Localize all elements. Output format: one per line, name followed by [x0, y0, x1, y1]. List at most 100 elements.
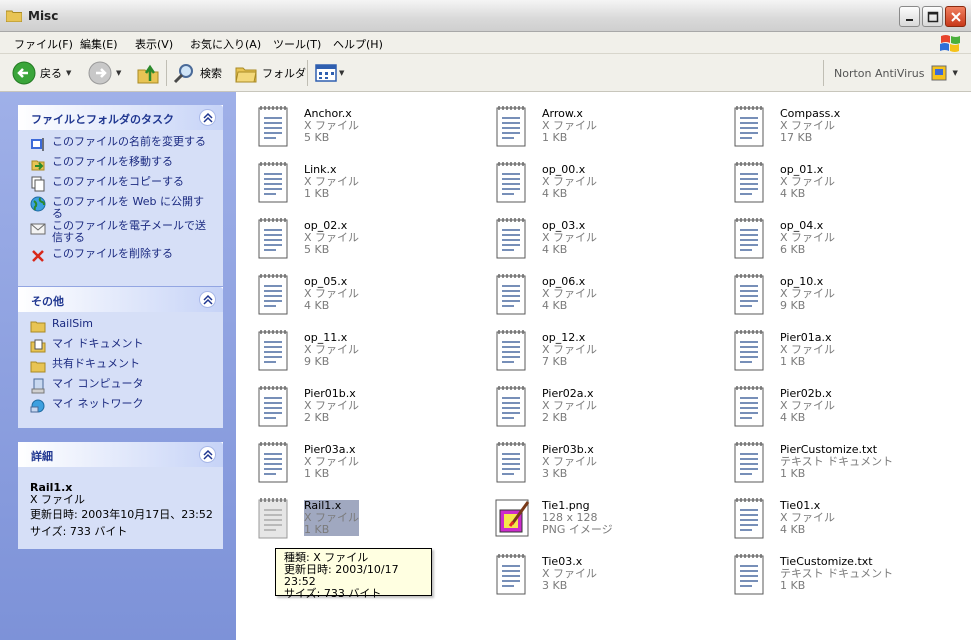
norton-label: Norton AntiVirus [834, 66, 925, 80]
file-item[interactable]: Compass.x X ファイル 17 KB [722, 98, 952, 150]
task-email[interactable]: このファイルを電子メールで送信する [30, 220, 213, 248]
views-button[interactable]: ▼ [314, 60, 344, 86]
detail-file-type: X ファイル [30, 493, 86, 506]
window-title: Misc [28, 9, 59, 23]
menu-favorites[interactable]: お気に入り(A) [190, 36, 261, 52]
task-rename[interactable]: このファイルの名前を変更する [30, 136, 213, 156]
file-item[interactable]: Tie1.png 128 x 128 PNG イメージ [484, 490, 714, 542]
menu-edit[interactable]: 編集(E) [80, 36, 118, 52]
file-size: 3 KB [542, 467, 568, 480]
copy-icon [31, 176, 45, 192]
panel-header[interactable]: その他 [18, 287, 223, 312]
chevron-down-icon[interactable]: ▼ [952, 69, 957, 77]
details-panel: 詳細 Rail1.x X ファイル 更新日時: 2003年10月17日、23:5… [18, 442, 223, 549]
file-item[interactable]: Pier03b.x X ファイル 3 KB [484, 434, 714, 486]
task-delete[interactable]: このファイルを削除する [30, 248, 213, 268]
file-size: 17 KB [780, 131, 813, 144]
folders-button[interactable]: フォルダ [234, 60, 306, 86]
back-button[interactable]: 戻る ▼ [12, 60, 71, 86]
back-label: 戻る [40, 67, 62, 80]
panel-header[interactable]: 詳細 [18, 442, 223, 467]
file-item[interactable]: op_00.x X ファイル 4 KB [484, 154, 714, 206]
other-shared-documents[interactable]: 共有ドキュメント [30, 358, 213, 378]
other-my-computer[interactable]: マイ コンピュータ [30, 378, 213, 398]
forward-button[interactable]: ▼ [88, 60, 121, 86]
file-item[interactable]: Pier02a.x X ファイル 2 KB [484, 378, 714, 430]
file-item[interactable]: Pier03a.x X ファイル 1 KB [246, 434, 476, 486]
other-my-network[interactable]: マイ ネットワーク [30, 398, 213, 418]
panel-header[interactable]: ファイルとフォルダのタスク [18, 105, 223, 130]
other-places-panel: その他 RailSim マイ ドキュメント 共有ドキュメント マイ コンピュータ [18, 287, 223, 428]
collapse-icon[interactable] [199, 291, 216, 308]
file-item[interactable]: Pier02b.x X ファイル 4 KB [722, 378, 952, 430]
toolbar-separator [166, 60, 167, 86]
document-file-icon [732, 440, 768, 486]
detail-size: サイズ: 733 バイト [30, 525, 128, 538]
file-item[interactable]: op_03.x X ファイル 4 KB [484, 210, 714, 262]
file-item[interactable]: Pier01b.x X ファイル 2 KB [246, 378, 476, 430]
other-railsim[interactable]: RailSim [30, 318, 213, 338]
file-size: 3 KB [542, 579, 568, 592]
file-item[interactable]: Tie01.x X ファイル 4 KB [722, 490, 952, 542]
other-my-documents[interactable]: マイ ドキュメント [30, 338, 213, 358]
norton-antivirus-button[interactable]: Norton AntiVirus ▼ [834, 60, 958, 86]
file-item[interactable]: Pier01a.x X ファイル 1 KB [722, 322, 952, 374]
file-item[interactable]: op_01.x X ファイル 4 KB [722, 154, 952, 206]
document-file-icon [494, 328, 530, 374]
document-file-icon [256, 104, 292, 150]
file-size: 9 KB [304, 355, 330, 368]
menu-tools[interactable]: ツール(T) [273, 36, 321, 52]
minimize-icon [906, 19, 913, 21]
file-size: 9 KB [780, 299, 806, 312]
file-item[interactable]: Tie03.x X ファイル 3 KB [484, 546, 714, 598]
file-item[interactable]: PierCustomize.txt テキスト ドキュメント 1 KB [722, 434, 952, 486]
globe-icon [30, 196, 46, 212]
menu-view[interactable]: 表示(V) [135, 36, 173, 52]
collapse-icon[interactable] [199, 446, 216, 463]
document-file-icon [256, 440, 292, 486]
file-item[interactable]: op_05.x X ファイル 4 KB [246, 266, 476, 318]
chevron-down-icon[interactable]: ▼ [339, 69, 344, 77]
file-item[interactable]: op_11.x X ファイル 9 KB [246, 322, 476, 374]
task-publish-web[interactable]: このファイルを Web に公開する [30, 196, 213, 220]
file-item[interactable]: op_12.x X ファイル 7 KB [484, 322, 714, 374]
document-file-icon [732, 272, 768, 318]
file-size: 4 KB [780, 411, 806, 424]
document-file-icon [494, 552, 530, 598]
title-bar[interactable]: Misc [0, 0, 971, 32]
views-icon [315, 64, 337, 82]
search-button[interactable]: 検索 [172, 60, 222, 86]
file-item[interactable]: Rail1.x X ファイル 1 KB [246, 490, 476, 542]
file-size: 1 KB [780, 579, 806, 592]
menu-file[interactable]: ファイル(F) [14, 36, 73, 52]
close-button[interactable] [945, 6, 966, 27]
maximize-button[interactable] [922, 6, 943, 27]
file-size: 4 KB [780, 187, 806, 200]
file-item[interactable]: Anchor.x X ファイル 5 KB [246, 98, 476, 150]
menu-help[interactable]: ヘルプ(H) [333, 36, 383, 52]
image-file-icon [494, 496, 530, 542]
my-documents-icon [30, 339, 46, 353]
collapse-icon[interactable] [199, 109, 216, 126]
file-item[interactable]: Arrow.x X ファイル 1 KB [484, 98, 714, 150]
file-size: 1 KB [304, 467, 330, 480]
chevron-down-icon[interactable]: ▼ [66, 69, 71, 77]
up-folder-button[interactable] [136, 60, 160, 86]
file-item[interactable]: op_10.x X ファイル 9 KB [722, 266, 952, 318]
folder-icon [6, 10, 22, 22]
file-size: 4 KB [542, 187, 568, 200]
chevron-down-icon[interactable]: ▼ [116, 69, 121, 77]
file-item[interactable]: op_04.x X ファイル 6 KB [722, 210, 952, 262]
file-item[interactable]: Link.x X ファイル 1 KB [246, 154, 476, 206]
close-icon [951, 12, 961, 22]
task-move[interactable]: このファイルを移動する [30, 156, 213, 176]
folder-icon [30, 321, 46, 333]
minimize-button[interactable] [899, 6, 920, 27]
file-item[interactable]: op_02.x X ファイル 5 KB [246, 210, 476, 262]
file-item[interactable]: TieCustomize.txt テキスト ドキュメント 1 KB [722, 546, 952, 598]
document-file-icon [732, 328, 768, 374]
file-size: 5 KB [304, 131, 330, 144]
panel-title: ファイルとフォルダのタスク [31, 113, 174, 126]
file-item[interactable]: op_06.x X ファイル 4 KB [484, 266, 714, 318]
task-copy[interactable]: このファイルをコピーする [30, 176, 213, 196]
